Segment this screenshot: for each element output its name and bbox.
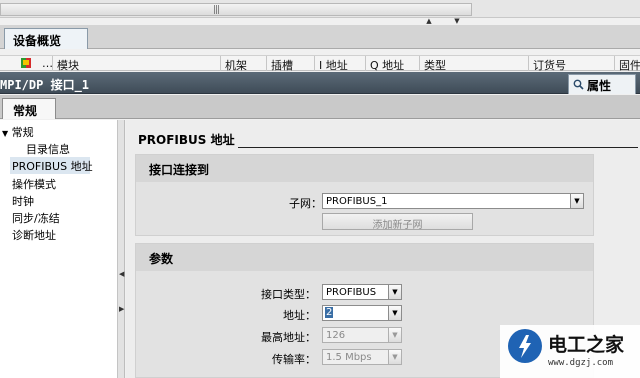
tab-device-overview[interactable]: 设备概览 xyxy=(4,28,88,49)
watermark: 电工之家 www.dgzj.com xyxy=(500,325,640,378)
general-tab-bar: 常规 xyxy=(0,95,640,119)
inspector-title-bar: MPI/DP 接口_1 属性 xyxy=(0,72,640,94)
parameters-panel-title: 参数 xyxy=(136,244,593,271)
expand-down-icon[interactable]: ▼ xyxy=(446,17,468,25)
nav-item-sync-freeze[interactable]: 同步/冻结 xyxy=(12,209,60,226)
nav-item-general[interactable]: ▼ 常规 xyxy=(2,123,34,140)
baud-rate-label: 传输率： xyxy=(272,353,316,366)
col-ellipsis[interactable]: … xyxy=(38,56,53,71)
subnet-value: PROFIBUS_1 xyxy=(326,196,388,207)
interface-panel: 接口连接到 子网： PROFIBUS_1 ▼ 添加新子网 xyxy=(135,154,594,236)
scrollbar-grip[interactable]: ||| xyxy=(213,5,220,15)
chevron-down-icon[interactable]: ▼ xyxy=(388,284,402,300)
highest-address-value: 126 xyxy=(326,330,346,341)
nav-item-diagnostic-address[interactable]: 诊断地址 xyxy=(12,226,56,243)
splitter-left-arrow-icon[interactable]: ◀ xyxy=(119,270,124,278)
chevron-down-icon[interactable]: ▼ xyxy=(388,305,402,321)
col-firmware[interactable]: 固件 xyxy=(614,56,640,72)
highest-address-label: 最高地址： xyxy=(261,331,316,344)
interface-type-label: 接口类型： xyxy=(261,288,316,301)
properties-tab-label: 属性 xyxy=(587,79,612,93)
chevron-down-icon: ▼ xyxy=(388,349,402,365)
nav-item-operating-mode[interactable]: 操作模式 xyxy=(12,175,56,192)
chevron-down-icon[interactable]: ▼ xyxy=(570,193,584,209)
highest-address-select: 126 ▼ xyxy=(322,327,402,343)
col-type[interactable]: 类型 xyxy=(419,56,446,72)
properties-nav-tree: ▼ 常规 目录信息 PROFIBUS 地址 操作模式 时钟 同步/冻结 诊断地址 xyxy=(0,120,118,378)
baud-rate-value: 1.5 Mbps xyxy=(326,352,372,363)
address-select[interactable]: 2 ▼ xyxy=(322,305,402,321)
col-module[interactable]: 模块 xyxy=(52,56,79,72)
interface-type-select[interactable]: PROFIBUS ▼ xyxy=(322,284,402,300)
tab-general[interactable]: 常规 xyxy=(2,98,56,119)
interface-type-value: PROFIBUS xyxy=(326,287,377,298)
top-toolbar: ||| xyxy=(0,0,640,18)
col-rack[interactable]: 机架 xyxy=(220,56,247,72)
subnet-label: 子网： xyxy=(289,197,322,210)
collapse-up-icon[interactable]: ▲ xyxy=(418,17,440,25)
address-label: 地址： xyxy=(283,309,316,322)
col-i-address[interactable]: I 地址 xyxy=(314,56,348,72)
properties-magnifier-icon xyxy=(573,79,584,90)
col-q-address[interactable]: Q 地址 xyxy=(365,56,404,72)
module-status-icon xyxy=(21,58,31,68)
horizontal-scrollbar[interactable]: ||| xyxy=(0,3,472,16)
section-title: PROFIBUS 地址 xyxy=(138,133,235,147)
splitter-right-arrow-icon[interactable]: ▶ xyxy=(119,305,124,313)
chevron-down-icon: ▼ xyxy=(388,327,402,343)
col-slot[interactable]: 插槽 xyxy=(266,56,293,72)
baud-rate-select: 1.5 Mbps ▼ xyxy=(322,349,402,365)
watermark-brand: 电工之家 xyxy=(548,334,625,356)
nav-item-label: 常规 xyxy=(11,126,34,139)
add-subnet-button[interactable]: 添加新子网 xyxy=(322,213,473,231)
watermark-url: www.dgzj.com xyxy=(548,358,614,368)
brand-logo-icon xyxy=(508,329,542,363)
nav-item-profibus-address[interactable]: PROFIBUS 地址 xyxy=(10,157,93,174)
overview-column-header: … 模块 机架 插槽 I 地址 Q 地址 类型 订货号 固件 xyxy=(0,55,640,72)
section-divider xyxy=(238,147,638,148)
subnet-select[interactable]: PROFIBUS_1 ▼ xyxy=(322,193,584,209)
interface-panel-title: 接口连接到 xyxy=(136,155,593,182)
window-title: MPI/DP 接口_1 xyxy=(0,78,90,92)
tree-expand-icon[interactable]: ▼ xyxy=(2,129,8,138)
nav-item-clock[interactable]: 时钟 xyxy=(12,192,34,209)
device-tab-bar: 设备概览 xyxy=(0,25,640,49)
nav-item-catalog-info[interactable]: 目录信息 xyxy=(26,140,70,157)
tab-properties[interactable]: 属性 xyxy=(568,74,636,94)
pane-splitter[interactable]: ◀ ▶ xyxy=(118,120,125,378)
address-value: 2 xyxy=(325,307,334,318)
col-order-number[interactable]: 订货号 xyxy=(528,56,566,72)
